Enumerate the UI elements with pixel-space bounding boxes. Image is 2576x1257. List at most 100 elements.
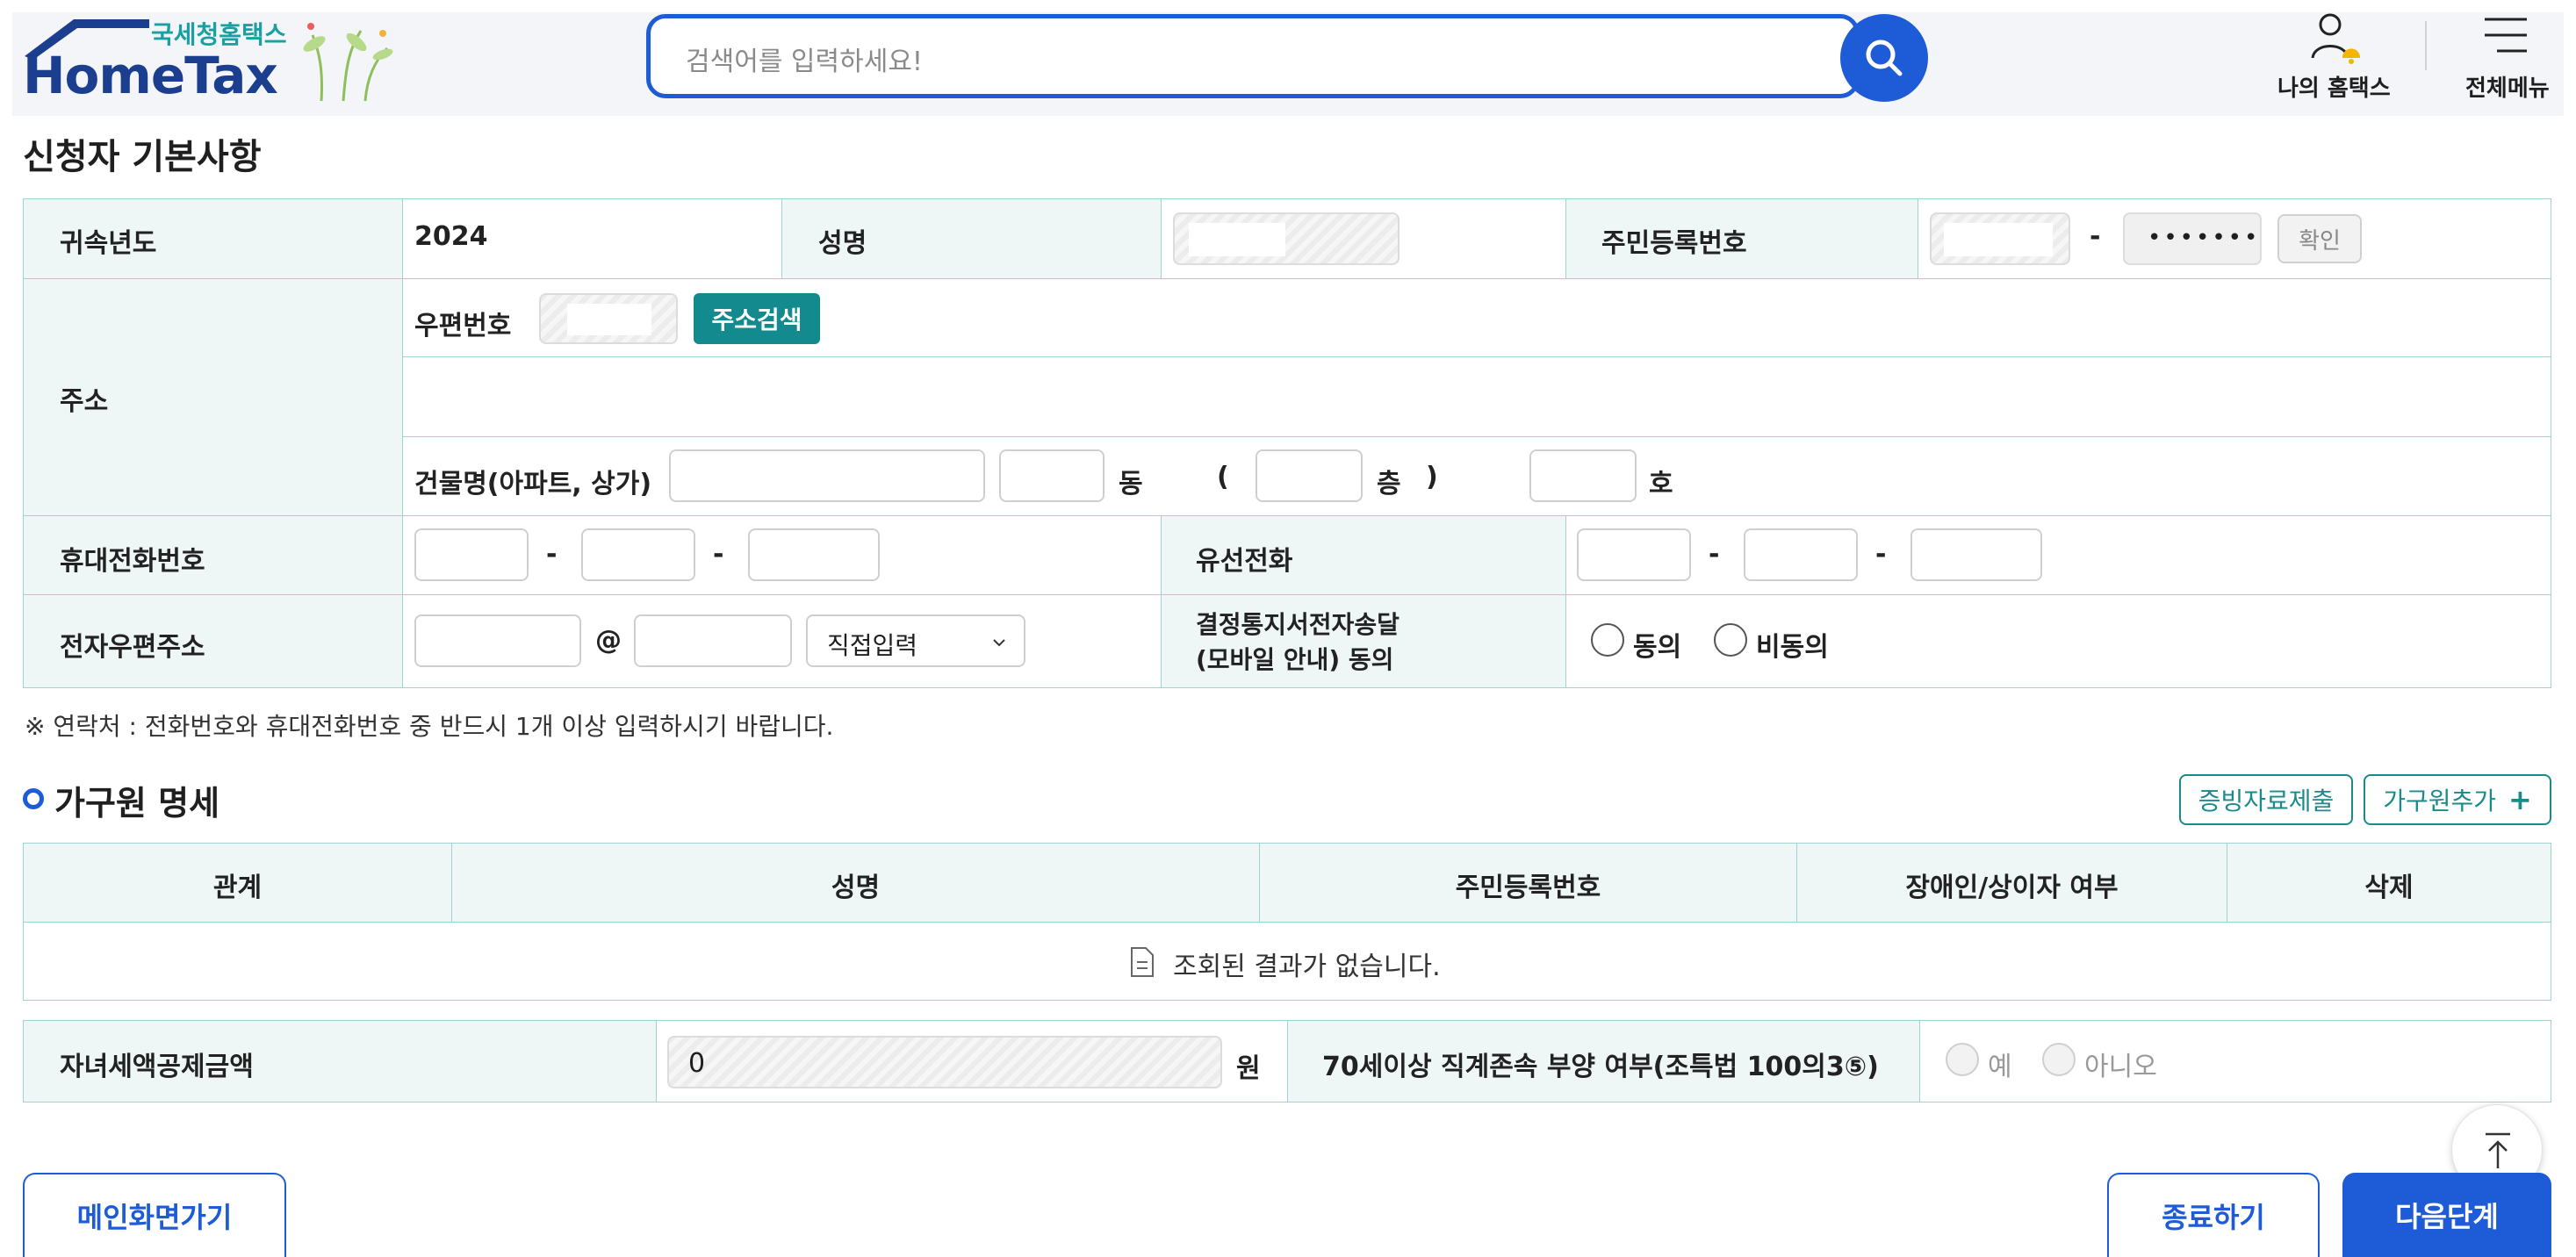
exit-button[interactable]: 종료하기 <box>2107 1173 2320 1257</box>
empty-result-message: 조회된 결과가 없습니다. <box>1173 952 1441 982</box>
masked-block <box>567 304 651 335</box>
add-member-label: 가구원추가 <box>2383 787 2496 815</box>
mobile-label: 휴대전화번호 <box>60 546 205 577</box>
column-header-name: 성명 <box>831 873 881 903</box>
grid-line <box>1161 515 1162 688</box>
all-menu-button[interactable]: 전체메뉴 <box>2458 9 2564 105</box>
household-section-title: 가구원 명세 <box>54 784 220 822</box>
arrow-up-icon <box>2486 1132 2510 1168</box>
dong-label: 동 <box>1119 469 1143 499</box>
consent-disagree-radio[interactable] <box>1714 623 1747 657</box>
email-domain-input[interactable] <box>634 614 792 667</box>
mobile-input-2[interactable] <box>581 528 695 581</box>
column-header-rrn: 주민등록번호 <box>1455 873 1601 903</box>
next-step-label: 다음단계 <box>2395 1200 2499 1233</box>
email-at-sign: @ <box>595 625 622 656</box>
postal-label: 우편번호 <box>414 311 512 341</box>
mobile-dash-1: - <box>546 539 558 570</box>
floor-input[interactable] <box>1256 449 1363 502</box>
dong-input[interactable] <box>999 449 1105 502</box>
rrn-confirm-button[interactable]: 확인 <box>2277 214 2362 263</box>
landline-dash-2: - <box>1875 539 1887 570</box>
elderly-yes-radio[interactable] <box>1946 1043 1979 1076</box>
postal-code-field <box>539 293 678 344</box>
search-button[interactable] <box>1840 14 1928 102</box>
rrn-confirm-label: 확인 <box>2299 227 2341 255</box>
chevron-down-icon <box>993 639 1005 647</box>
grid-line <box>1919 1020 1920 1103</box>
grid-line <box>402 198 403 688</box>
ho-label: 호 <box>1649 469 1673 499</box>
email-label: 전자우편주소 <box>60 632 205 663</box>
search-input[interactable]: 검색어를 입력하세요! <box>646 14 1860 98</box>
grid-line <box>1565 198 1566 278</box>
add-member-button[interactable]: 가구원추가 + <box>2364 774 2551 825</box>
search-icon <box>1866 40 1903 76</box>
main-screen-button[interactable]: 메인화면가기 <box>23 1173 286 1257</box>
submit-docs-button[interactable]: 증빙자료제출 <box>2179 774 2353 825</box>
next-step-button[interactable]: 다음단계 <box>2342 1173 2551 1257</box>
logo-wordmark: HomeTax <box>23 46 278 105</box>
currency-unit: 원 <box>1236 1053 1261 1084</box>
grid-line <box>402 436 2551 437</box>
address-detail-row <box>403 357 2551 435</box>
landline-input-1[interactable] <box>1577 528 1691 581</box>
my-hometax-button[interactable]: 나의 홈택스 <box>2269 9 2400 105</box>
submit-docs-label: 증빙자료제출 <box>2198 787 2335 815</box>
rrn-label: 주민등록번호 <box>1601 228 1747 259</box>
landline-dash-1: - <box>1709 539 1720 570</box>
elderly-support-label: 70세이상 직계존속 부양 여부(조특법 100의3⑤) <box>1322 1052 1879 1082</box>
elderly-no-radio[interactable] <box>2042 1043 2076 1076</box>
address-search-button[interactable]: 주소검색 <box>694 293 820 344</box>
grid-line <box>23 922 2551 923</box>
email-domain-select-value: 직접입력 <box>827 631 918 660</box>
elderly-yes-label: 예 <box>1988 1052 2012 1082</box>
consent-agree-label: 동의 <box>1633 632 1682 663</box>
header-divider <box>2425 21 2427 70</box>
mobile-dash-2: - <box>713 539 724 570</box>
contact-notice: ※ 연락처 : 전화번호와 휴대전화번호 중 반드시 1개 이상 입력하시기 바… <box>25 712 834 741</box>
landline-input-3[interactable] <box>1910 528 2042 581</box>
search-placeholder: 검색어를 입력하세요! <box>686 47 923 77</box>
building-label: 건물명(아파트, 상가) <box>414 469 652 499</box>
consent-label-line1: 결정통지서전자송달 <box>1196 610 1400 639</box>
column-header-delete: 삭제 <box>2364 873 2414 903</box>
my-hometax-label: 나의 홈택스 <box>2277 75 2391 102</box>
name-label: 성명 <box>818 228 867 259</box>
rrn-front-field <box>1930 212 2070 265</box>
main-screen-label: 메인화면가기 <box>76 1201 233 1234</box>
landline-input-2[interactable] <box>1744 528 1858 581</box>
child-credit-value: 0 <box>688 1048 706 1079</box>
rrn-back-field: ••••••• <box>2123 212 2262 265</box>
plus-icon: + <box>2508 783 2532 816</box>
name-field <box>1173 212 1400 265</box>
consent-disagree-label: 비동의 <box>1756 632 1829 663</box>
user-bell-icon <box>2311 13 2360 64</box>
mobile-input-1[interactable] <box>414 528 529 581</box>
elderly-no-label: 아니오 <box>2084 1052 2157 1082</box>
child-credit-field: 0 <box>667 1036 1222 1088</box>
grid-line <box>1161 198 1162 278</box>
rrn-masked-value: ••••••• <box>2148 225 2261 251</box>
floor-paren-close: ) <box>1426 462 1438 492</box>
hometax-logo[interactable]: 국세청홈택스 HomeTax <box>21 16 399 107</box>
ho-input[interactable] <box>1529 449 1637 502</box>
hamburger-icon <box>2485 18 2527 53</box>
email-domain-select[interactable]: 직접입력 <box>806 614 1025 667</box>
grid-line <box>656 1020 657 1103</box>
mobile-input-3[interactable] <box>748 528 880 581</box>
consent-agree-radio[interactable] <box>1591 623 1624 657</box>
address-label: 주소 <box>60 386 109 417</box>
floor-label: 층 <box>1377 469 1401 499</box>
child-credit-label: 자녀세액공제금액 <box>60 1052 254 1082</box>
column-header-disability: 장애인/상이자 여부 <box>1905 873 2119 903</box>
building-name-input[interactable] <box>669 449 985 502</box>
landline-label: 유선전화 <box>1196 546 1293 577</box>
section-bullet-icon <box>23 788 44 809</box>
rrn-dash: - <box>2090 221 2101 252</box>
email-id-input[interactable] <box>414 614 581 667</box>
document-icon <box>1131 947 1154 977</box>
column-header-relation: 관계 <box>212 873 263 903</box>
year-value: 2024 <box>414 221 488 252</box>
applicant-section-title: 신청자 기본사항 <box>23 137 262 177</box>
